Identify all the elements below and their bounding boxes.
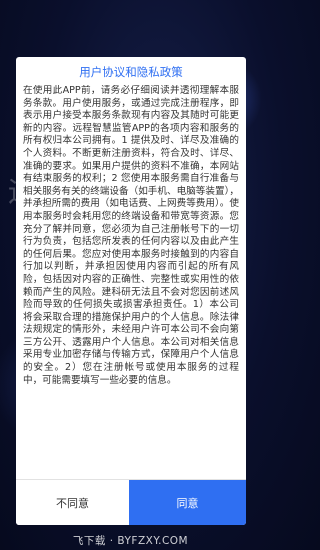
- dialog-title: 用户协议和隐私政策: [79, 65, 183, 79]
- dialog-footer: 不同意 同意: [16, 479, 246, 525]
- site-watermark: 飞下载 · BYFZXY.COM: [72, 535, 189, 547]
- agreement-dialog: 用户协议和隐私政策 在使用此APP前，请务必仔细阅读并透彻理解本服务条款。用户使…: [16, 57, 246, 525]
- agree-button[interactable]: 同意: [129, 480, 246, 525]
- dialog-body-text[interactable]: 在使用此APP前，请务必仔细阅读并透彻理解本服务条款。用户使用服务，或通过完成注…: [23, 85, 239, 479]
- decline-button[interactable]: 不同意: [16, 480, 129, 525]
